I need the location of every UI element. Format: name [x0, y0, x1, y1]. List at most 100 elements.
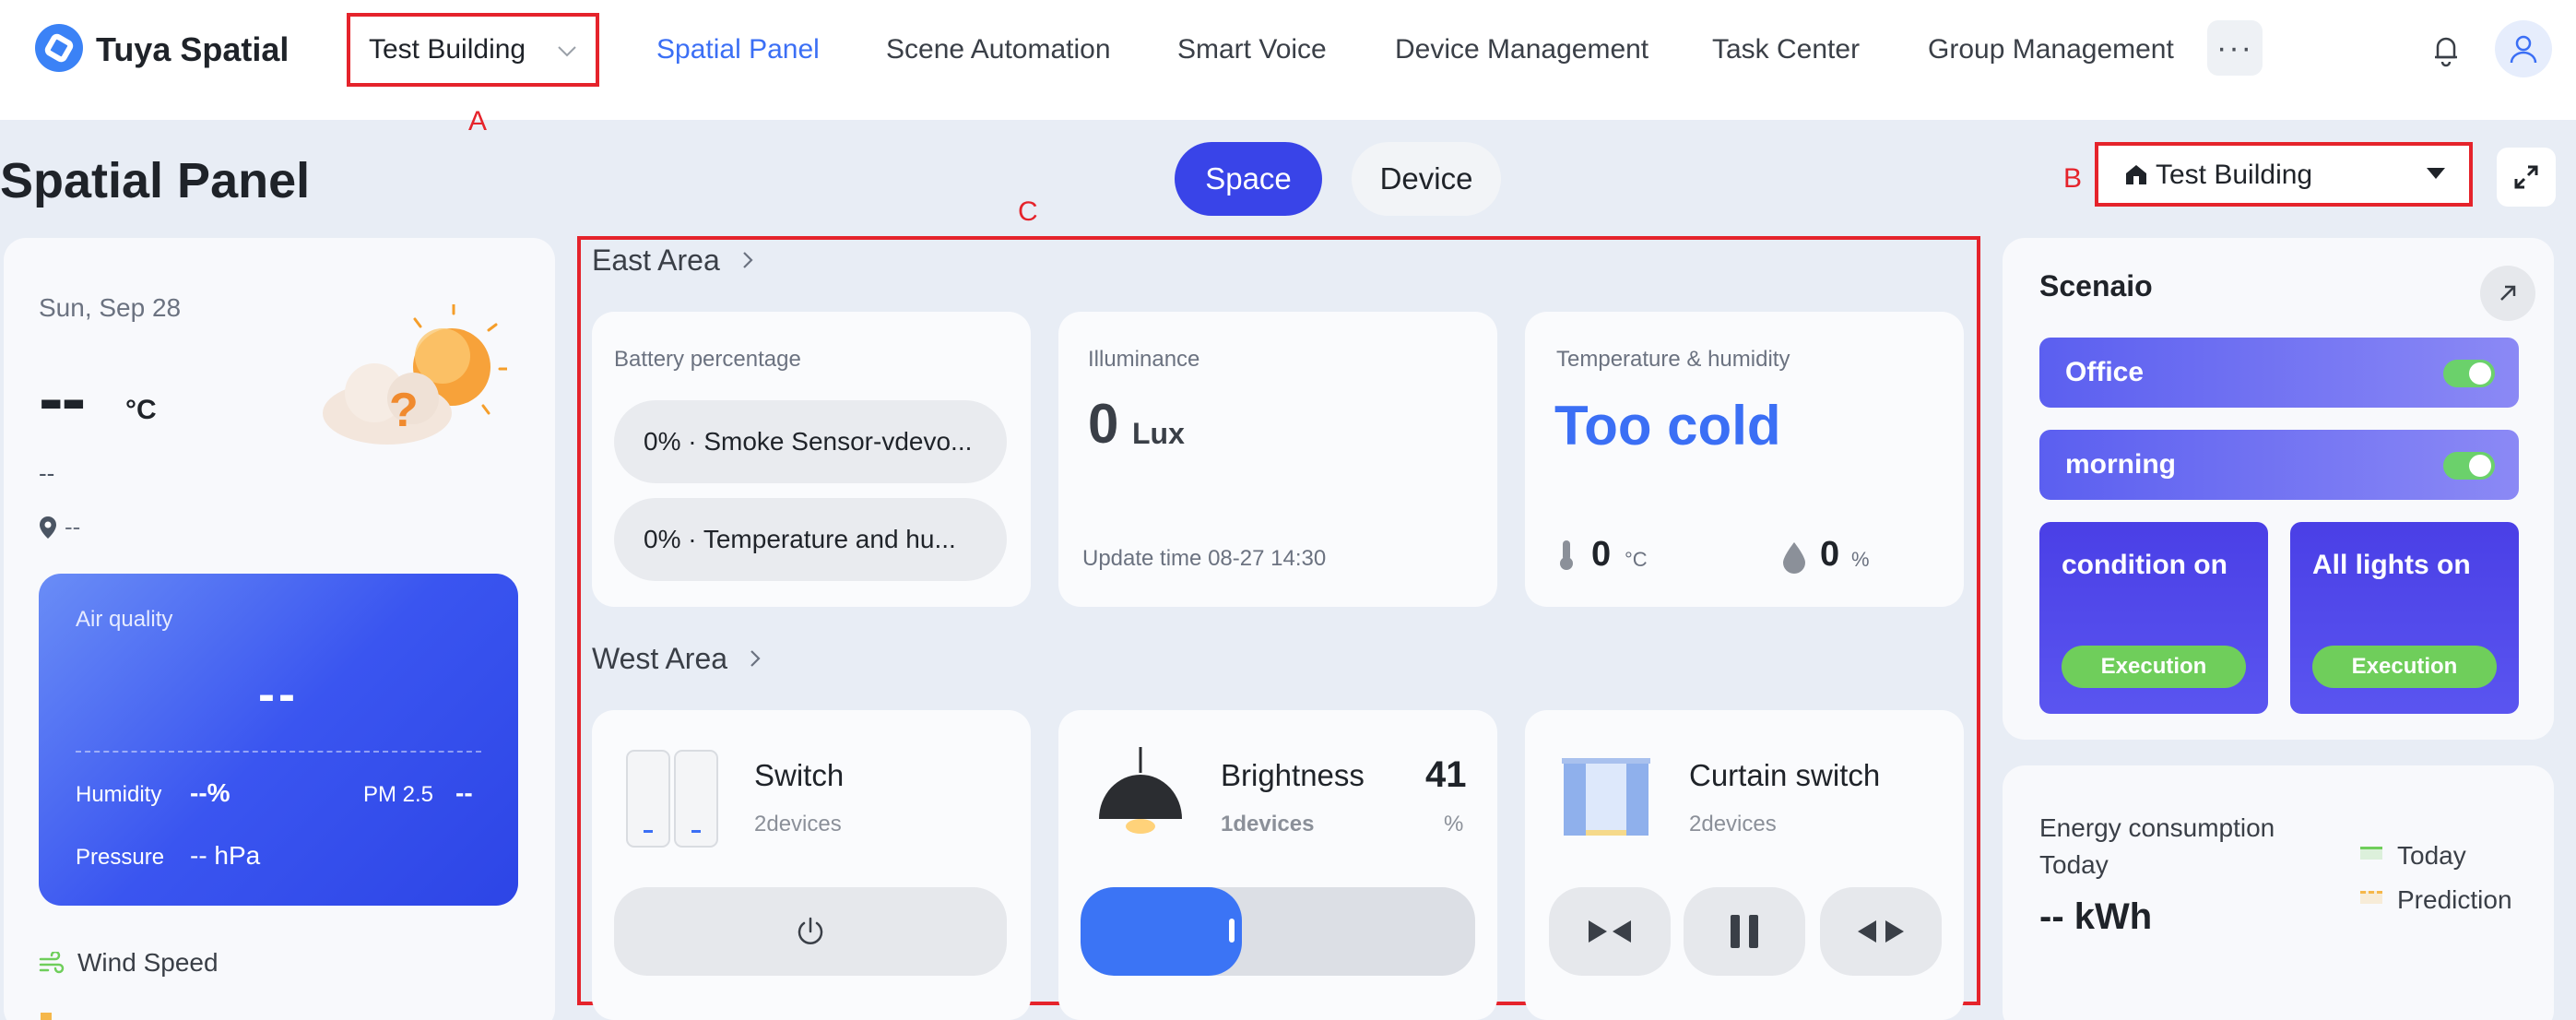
scene-morning-toggle[interactable] — [2443, 452, 2495, 480]
nav-smart-voice[interactable]: Smart Voice — [1177, 31, 1327, 68]
marker-c: C — [1018, 196, 1038, 227]
energy-value: -- kWh — [2039, 896, 2153, 937]
illuminance-update-time: Update time 08-27 14:30 — [1082, 546, 1327, 571]
scene-office[interactable]: Office — [2039, 338, 2519, 408]
pm25-value: -- — [455, 778, 473, 807]
pressure-value: -- hPa — [190, 841, 261, 870]
svg-text:?: ? — [389, 384, 419, 437]
thermometer-icon — [1560, 540, 1573, 570]
execution-button[interactable]: Execution — [2062, 646, 2246, 688]
marker-a: A — [468, 106, 488, 136]
humidity-reading: 0 — [1820, 535, 1840, 574]
page-title: Spatial Panel — [0, 153, 311, 208]
power-icon — [798, 917, 823, 944]
legend-prediction-swatch — [2360, 891, 2382, 904]
expand-icon — [2514, 165, 2538, 189]
building-selector-label: Test Building — [369, 34, 526, 65]
scenario-title: Scenaio — [2039, 269, 2153, 302]
east-area-header[interactable]: East Area — [592, 242, 755, 279]
building-dropdown[interactable]: Test Building — [2095, 142, 2473, 207]
brightness-name: Brightness — [1221, 758, 1365, 792]
location-text: -- — [65, 513, 81, 540]
user-avatar[interactable] — [2495, 20, 2552, 77]
next-row-icon — [41, 1013, 52, 1020]
tab-device[interactable]: Device — [1352, 142, 1501, 216]
tab-space[interactable]: Space — [1175, 142, 1322, 216]
battery-label: Battery percentage — [614, 347, 801, 372]
temp-humidity-label: Temperature & humidity — [1556, 347, 1790, 372]
slider-handle[interactable] — [1229, 919, 1235, 943]
marker-b: B — [2063, 163, 2083, 194]
illuminance-value: 0 — [1088, 393, 1119, 455]
nav-spatial-panel[interactable]: Spatial Panel — [656, 31, 820, 68]
arrow-up-right-icon — [2500, 285, 2516, 301]
wind-speed-label: Wind Speed — [77, 948, 219, 977]
bell-icon[interactable] — [2428, 31, 2464, 68]
temp-value: 0 — [1591, 535, 1612, 574]
weather-description: -- — [39, 459, 55, 487]
home-icon — [2126, 165, 2146, 184]
temp-humidity-status: Too cold — [1554, 395, 1781, 457]
switch-power-button[interactable] — [614, 887, 1007, 976]
curtain-pause-button[interactable] — [1684, 887, 1805, 976]
curtain-open-button[interactable] — [1820, 887, 1942, 976]
energy-title-line1: Energy consumption — [2039, 813, 2275, 842]
illuminance-unit: Lux — [1132, 417, 1185, 450]
scene-card-label: condition on — [2062, 550, 2227, 580]
tuya-logo-icon — [35, 24, 83, 72]
brightness-count: 1devices — [1221, 812, 1315, 836]
battery-item[interactable]: 0% · Temperature and hu... — [614, 498, 1007, 581]
curtain-name: Curtain switch — [1689, 758, 1881, 792]
execution-button[interactable]: Execution — [2312, 646, 2497, 688]
chevron-right-icon — [742, 252, 753, 268]
energy-title: Energy consumption Today — [2039, 810, 2275, 884]
nav-task-center[interactable]: Task Center — [1712, 31, 1860, 68]
curtain-close-button[interactable] — [1549, 887, 1671, 976]
west-area-header[interactable]: West Area — [592, 640, 762, 677]
nav-device-management[interactable]: Device Management — [1395, 31, 1648, 68]
wall-switch-icon — [626, 750, 718, 848]
divider — [76, 751, 481, 753]
scene-card-condition-on: condition on Execution — [2039, 522, 2268, 714]
switch-count: 2devices — [754, 812, 842, 836]
pendant-lamp-icon — [1099, 747, 1182, 834]
legend-today-swatch — [2360, 847, 2382, 860]
scene-morning-label: morning — [2065, 449, 2176, 480]
air-quality-title: Air quality — [76, 607, 173, 632]
nav-scene-automation[interactable]: Scene Automation — [886, 31, 1111, 68]
fullscreen-button[interactable] — [2497, 148, 2556, 207]
weather-unknown-icon: ? — [323, 304, 507, 445]
west-area-title: West Area — [592, 642, 728, 675]
curtain-open-icon — [1858, 920, 1904, 943]
battery-item[interactable]: 0% · Smoke Sensor-vdevo... — [614, 400, 1007, 483]
humidity-label: Humidity — [76, 782, 162, 807]
water-drop-icon — [1783, 542, 1805, 574]
scenario-open-button[interactable] — [2480, 266, 2535, 321]
brightness-unit: % — [1444, 812, 1464, 836]
wind-icon — [39, 952, 65, 974]
humidity-value: --% — [190, 778, 230, 807]
humidity-unit: % — [1851, 548, 1870, 571]
energy-title-line2: Today — [2039, 850, 2109, 879]
scene-office-toggle[interactable] — [2443, 360, 2495, 387]
legend-prediction-label: Prediction — [2397, 885, 2512, 914]
pressure-label: Pressure — [76, 845, 165, 870]
chevron-down-icon — [558, 46, 576, 57]
illuminance-label: Illuminance — [1088, 347, 1200, 372]
east-area-title: East Area — [592, 243, 720, 277]
scene-card-label: All lights on — [2312, 550, 2471, 580]
more-menu-button[interactable]: ··· — [2207, 20, 2263, 76]
temperature-value: -- — [39, 357, 86, 439]
temperature-unit: °C — [125, 395, 157, 425]
air-quality-value: -- — [258, 667, 299, 722]
brightness-slider-fill — [1081, 887, 1242, 976]
building-dropdown-label: Test Building — [2156, 160, 2313, 190]
pm25-label: PM 2.5 — [363, 782, 434, 807]
wind-speed-row: Wind Speed — [39, 948, 219, 978]
brand-name: Tuya Spatial — [96, 30, 290, 68]
nav-group-management[interactable]: Group Management — [1928, 31, 2174, 68]
brightness-slider[interactable] — [1081, 887, 1475, 976]
chevron-right-icon — [750, 650, 761, 667]
scene-morning[interactable]: morning — [2039, 430, 2519, 500]
brightness-value: 41 — [1425, 754, 1467, 795]
